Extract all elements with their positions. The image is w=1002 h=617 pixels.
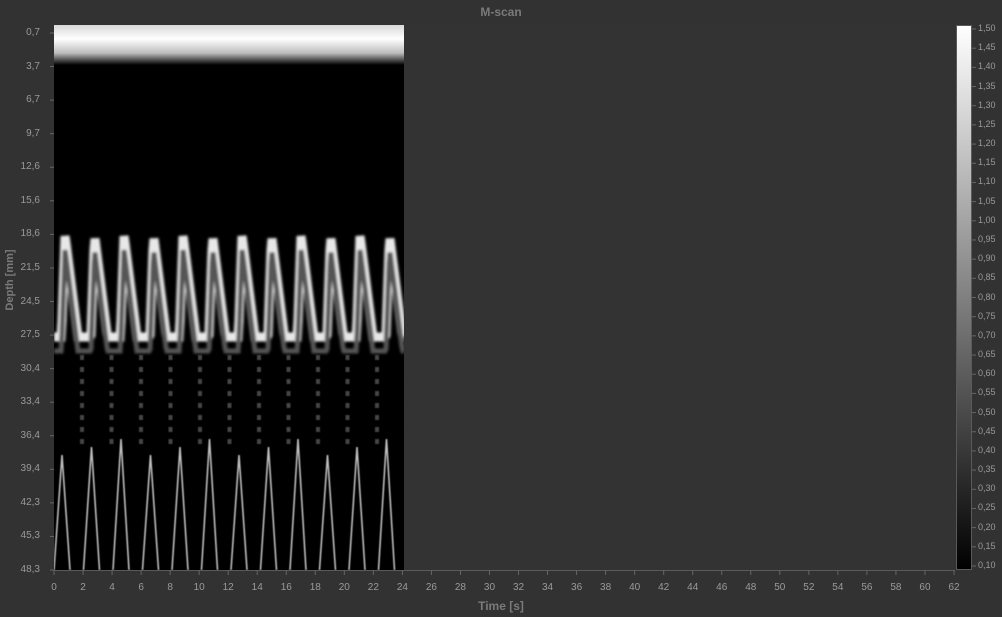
x-tick-label: 30 [483,582,496,593]
x-tick-label: 26 [425,582,437,593]
colorbar-tick-label: 0,65 [978,349,996,360]
colorbar-tick-label: 0,80 [978,291,996,302]
y-tick-label: 42,3 [20,496,40,508]
x-tick-label: 14 [251,582,263,593]
colorbar-tick-label: 1,20 [978,138,996,149]
x-tick-label: 32 [512,582,525,593]
mscan-window: M-scan Depth [mm] Time [s] 0,7 3,7 6,7 9,7 1… [0,0,1002,617]
colorbar-tick-label: 1,30 [978,99,996,110]
y-tick-label: 48,3 [20,564,40,575]
colorbar-tick-label: 0,75 [978,310,996,321]
colorbar-tick-label: 1,40 [978,61,996,72]
colorbar-tick-label: 0,60 [978,368,996,379]
x-tick-label: 2 [80,582,86,593]
x-tick-label: 40 [629,582,641,593]
x-tick-label: 4 [109,582,115,593]
colorbar-tick-label: 0,40 [978,444,996,455]
x-tick-label: 34 [541,582,554,593]
x-tick-label: 6 [138,582,144,593]
colorbar [956,25,972,570]
y-tick-label: 0,7 [26,27,40,38]
x-tick-label: 60 [919,582,931,593]
colorbar-tick-label: 0,10 [978,560,996,570]
colorbar-tick-label: 0,25 [978,502,996,513]
x-tick-label: 10 [193,582,205,593]
y-tick-label: 33,4 [20,396,40,408]
x-tick-label: 56 [861,582,873,593]
colorbar-tick-label: 0,95 [978,233,996,244]
colorbar-tick-label: 0,55 [978,387,996,398]
x-tick-label: 16 [280,582,292,593]
y-tick-label: 21,5 [20,261,40,273]
x-tick-label: 54 [832,582,844,593]
x-tick-label: 62 [948,582,960,593]
y-tick-label: 15,6 [20,194,40,206]
colorbar-tick-label: 1,15 [978,157,996,168]
x-tick-label: 48 [745,582,757,593]
y-tick-label: 9,7 [26,127,40,139]
y-tick-label: 27,5 [20,329,40,341]
colorbar-tick-label: 0,35 [978,464,996,475]
colorbar-tick-label: 0,30 [978,483,996,494]
y-tick-label: 45,3 [20,530,40,542]
x-tick-label: 42 [658,582,670,593]
x-tick-label: 8 [167,582,173,593]
x-tick-label: 22 [367,582,379,593]
x-tick-label: 20 [338,582,350,593]
colorbar-tick-label: 0,15 [978,540,996,551]
x-tick-label: 24 [396,582,408,593]
colorbar-tick-label: 1,35 [978,80,996,91]
x-tick-label: 36 [571,582,583,593]
x-tick-label: 28 [454,582,466,593]
colorbar-tick-label: 1,50 [978,23,996,33]
x-tick-label: 0 [51,582,57,593]
x-tick-label: 44 [687,582,699,593]
colorbar-tick-label: 1,10 [978,176,996,187]
y-tick-label: 36,4 [20,429,40,441]
colorbar-tick-label: 0,50 [978,406,996,417]
x-tick-label: 58 [890,582,902,593]
colorbar-tick-label: 1,05 [978,195,996,206]
x-tick-label: 12 [222,582,234,593]
colorbar-tick-label: 1,00 [978,214,996,225]
y-tick-label: 18,6 [20,228,40,240]
colorbar-tick-label: 0,45 [978,425,996,436]
y-tick-label: 30,4 [20,362,40,374]
colorbar-tick-label: 1,45 [978,42,996,53]
colorbar-tick-label: 0,70 [978,329,996,340]
y-tick-label: 6,7 [26,94,40,106]
x-tick-label: 50 [774,582,786,593]
colorbar-tick-label: 0,85 [978,272,996,283]
colorbar-tick-label: 0,90 [978,253,996,264]
colorbar-tick-label: 1,25 [978,118,996,129]
y-tick-label: 3,7 [26,60,40,72]
x-tick-label: 38 [600,582,612,593]
x-tick-label: 46 [716,582,728,593]
y-tick-label: 12,6 [20,161,40,173]
x-tick-label: 18 [309,582,321,593]
y-tick-label: 39,4 [20,463,40,475]
x-tick-label: 52 [803,582,815,593]
colorbar-tick-label: 0,20 [978,521,996,532]
axis-ticks [50,28,976,575]
y-tick-label: 24,5 [20,295,40,307]
